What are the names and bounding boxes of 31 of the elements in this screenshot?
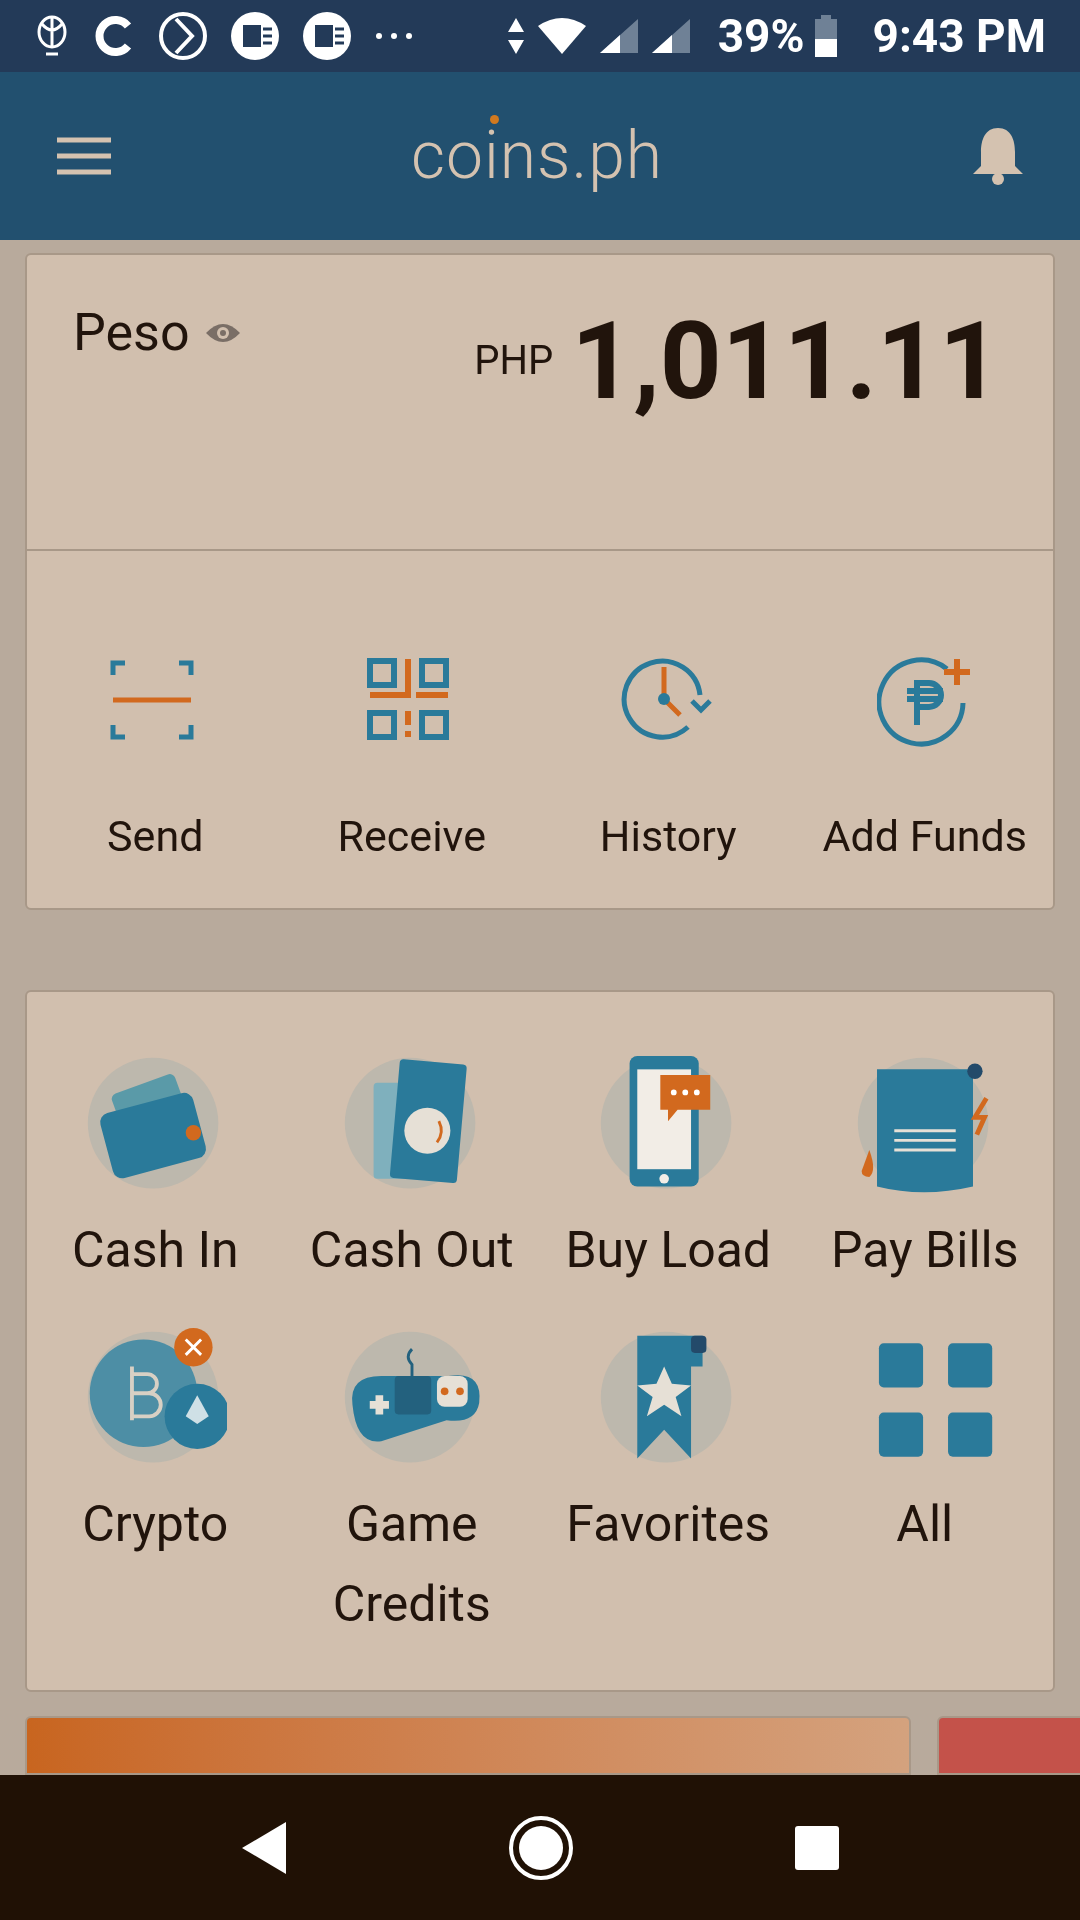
more-icon — [374, 31, 414, 41]
service-label[interactable]: All — [799, 1484, 1050, 1564]
service-label[interactable]: Game Credits — [286, 1484, 537, 1644]
balance-amount: 1,011.11 — [571, 307, 1001, 415]
action-label[interactable]: Add Funds — [822, 815, 1027, 858]
currency-code: PHP — [474, 341, 554, 381]
battery-icon — [814, 15, 837, 57]
recent-apps-icon[interactable] — [794, 1824, 840, 1871]
wifi-icon — [535, 16, 588, 56]
service-label[interactable]: Pay Bills — [799, 1210, 1050, 1290]
document-circle-icon — [302, 11, 352, 61]
notification-bell-icon[interactable] — [971, 126, 1025, 186]
service-label[interactable]: Cash In — [30, 1210, 281, 1290]
service-label[interactable]: Favorites — [543, 1484, 794, 1564]
action-label[interactable]: Send — [107, 815, 204, 858]
home-icon[interactable] — [508, 1814, 574, 1881]
document-circle-icon — [230, 11, 280, 61]
action-label[interactable]: History — [599, 815, 737, 858]
promo-banner[interactable] — [25, 1715, 911, 1775]
battery-percent: 39% — [717, 13, 805, 59]
play-circle-icon — [158, 11, 208, 61]
back-icon[interactable] — [240, 1819, 288, 1876]
service-label[interactable]: Crypto — [30, 1484, 281, 1564]
service-label[interactable]: Cash Out — [286, 1210, 537, 1290]
currency-name: Peso — [73, 307, 190, 359]
action-label[interactable]: Receive — [337, 815, 486, 858]
clock-time: 9:43 PM — [872, 13, 1046, 59]
promo-banner[interactable] — [937, 1715, 1080, 1775]
service-label[interactable]: Buy Load — [543, 1210, 794, 1290]
menu-icon[interactable] — [55, 136, 113, 176]
data-arrows-icon — [505, 16, 526, 56]
